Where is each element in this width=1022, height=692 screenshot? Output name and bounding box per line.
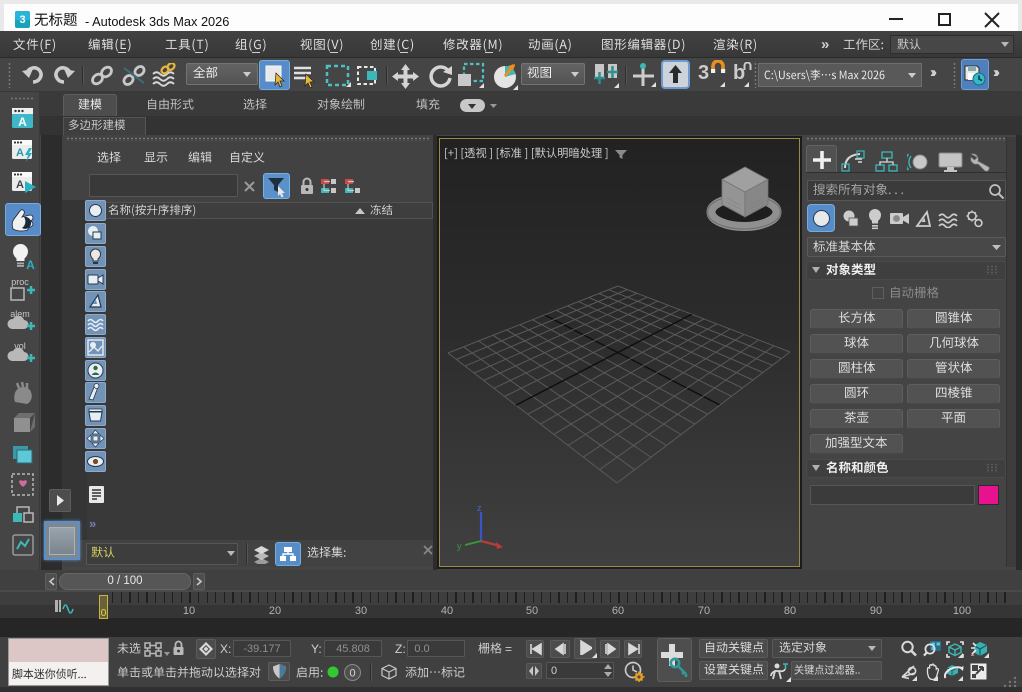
svg-text:z: z: [477, 503, 482, 513]
svg-text:y: y: [457, 541, 462, 551]
svg-text:A: A: [16, 147, 24, 159]
svg-text:A: A: [26, 258, 35, 270]
svg-text:0: 0: [349, 668, 355, 680]
svg-text:proc: proc: [11, 277, 29, 287]
svg-text:3: 3: [19, 14, 25, 26]
svg-text:A: A: [18, 115, 27, 129]
svg-text:A: A: [16, 179, 24, 191]
